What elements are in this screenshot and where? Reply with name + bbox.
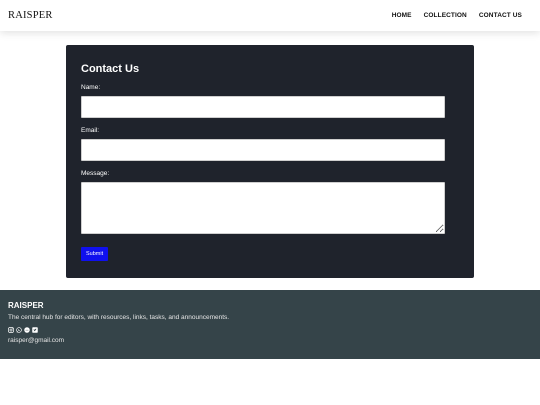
email-label: Email: <box>81 127 100 134</box>
discord-icon[interactable] <box>24 327 30 333</box>
nav-link-collection[interactable]: COLLECTION <box>424 12 467 19</box>
message-label: Message: <box>81 170 110 177</box>
name-label: Name: <box>81 84 101 91</box>
contact-title: Contact Us <box>81 63 140 75</box>
instagram-icon[interactable] <box>8 327 14 333</box>
whatsapp-icon[interactable] <box>16 327 22 333</box>
nav-links: HOME COLLECTION CONTACT US <box>392 12 522 19</box>
nav-link-home[interactable]: HOME <box>392 12 412 19</box>
footer-tagline: The central hub for editors, with resour… <box>8 314 230 321</box>
footer-brand: RAISPER <box>8 301 44 310</box>
twitter-icon[interactable] <box>32 327 38 333</box>
submit-button[interactable]: Submit <box>81 247 109 261</box>
site-footer: RAISPER The central hub for editors, wit… <box>0 290 540 359</box>
top-navbar: RAISPER HOME COLLECTION CONTACT US <box>0 0 540 31</box>
message-textarea[interactable] <box>81 182 445 234</box>
email-input[interactable] <box>81 139 445 161</box>
social-links <box>8 327 532 333</box>
name-input[interactable] <box>81 96 445 118</box>
nav-link-contact-us[interactable]: CONTACT US <box>479 12 522 19</box>
site-logo[interactable]: RAISPER <box>8 10 53 21</box>
contact-form-card: Contact Us Name: Email: Message: Submit <box>66 45 474 278</box>
footer-email[interactable]: raisper@gmail.com <box>8 337 532 344</box>
